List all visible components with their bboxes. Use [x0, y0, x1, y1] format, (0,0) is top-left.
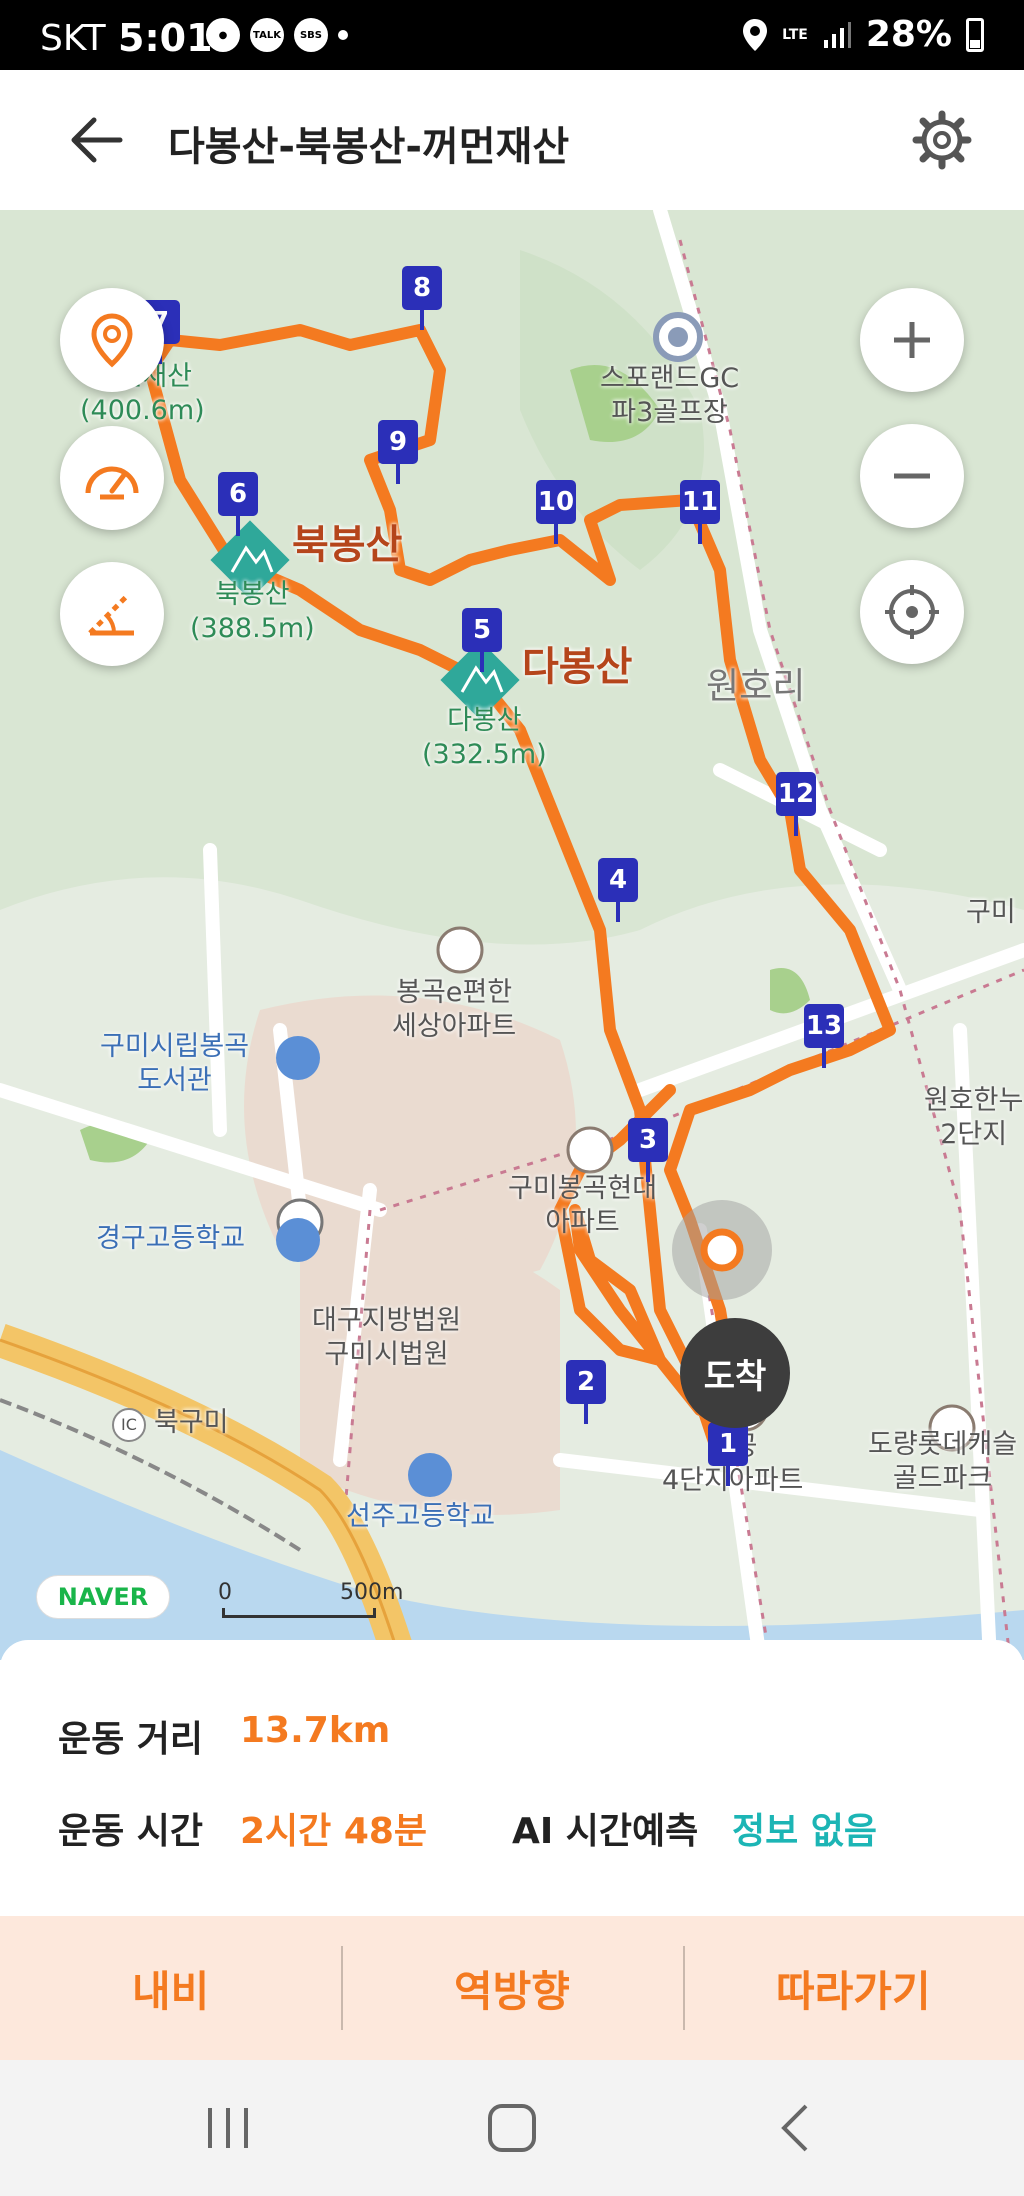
duration-value: 2시간 48분: [240, 1811, 428, 1852]
poi-sports-land[interactable]: 스포랜드GC 파3골프장: [600, 362, 739, 430]
gear-icon[interactable]: [910, 108, 974, 172]
location-icon: [743, 18, 768, 51]
map-scale: 0 500m: [218, 1580, 403, 1620]
area-label-wonhori: 원호리: [706, 666, 806, 707]
talk-icon: TALK: [250, 18, 284, 52]
waypoint-marker[interactable]: 13: [804, 1004, 844, 1068]
poi-apt-hyundai[interactable]: 구미봉곡현대 아파트: [508, 1172, 657, 1240]
scale-bar: [222, 1608, 376, 1618]
battery-percent: 28%: [865, 14, 952, 55]
poi-apt-ebonggok[interactable]: 봉곡e편한 세상아파트: [392, 976, 516, 1044]
signal-icon: [823, 21, 851, 48]
speedometer-icon: [85, 466, 139, 500]
system-nav-bar: [0, 2060, 1024, 2196]
peak-name-bukbongsan: 북봉산 (388.5m): [190, 579, 315, 644]
waypoint-marker[interactable]: 5: [462, 608, 502, 672]
waypoint-marker[interactable]: 8: [402, 266, 442, 330]
recent-apps-icon[interactable]: [196, 2096, 260, 2160]
zoom-in-button[interactable]: [860, 288, 964, 392]
network-type: LTE: [782, 26, 808, 43]
scale-zero-label: 0: [218, 1580, 232, 1605]
peak-label-dabongsan: 다봉산: [522, 644, 633, 690]
poi-court[interactable]: 대구지방법원 구미시법원: [312, 1304, 461, 1372]
poi-library[interactable]: 구미시립봉곡 도서관: [100, 1030, 249, 1098]
zoom-out-button[interactable]: [860, 424, 964, 528]
more-notifications-icon: [338, 30, 348, 40]
speed-button[interactable]: [60, 426, 164, 530]
arrival-marker[interactable]: 도착: [680, 1318, 790, 1428]
waypoint-marker[interactable]: 1: [708, 1422, 748, 1486]
location-pin-button[interactable]: [60, 288, 164, 392]
action-bar: 내비 역방향 따라가기: [0, 1916, 1024, 2060]
page-title: 다봉산-북봉산-꺼먼재산: [168, 124, 570, 170]
waypoint-marker[interactable]: 6: [218, 472, 258, 536]
naver-logo: NAVER: [36, 1575, 170, 1619]
poi-dorang-lotte[interactable]: 도량롯데캐슬 골드파크: [868, 1428, 1017, 1496]
poi-school-gyeonggu[interactable]: 경구고등학교: [96, 1222, 245, 1256]
waypoint-marker[interactable]: 4: [598, 858, 638, 922]
waypoint-marker[interactable]: 9: [378, 420, 418, 484]
sbs-news-icon: SBS: [294, 18, 328, 52]
plus-icon: [894, 322, 930, 358]
battery-icon: [966, 17, 984, 52]
peak-name-dabongsan: 다봉산 (332.5m): [422, 705, 547, 770]
route-info-panel: 운동 거리 13.7km 운동 시간 2시간 48분 AI 시간예측 정보 없음: [0, 1640, 1024, 1920]
crosshair-icon: [885, 585, 939, 639]
waypoint-marker[interactable]: 11: [680, 480, 720, 544]
carrier-label: SKT: [40, 18, 106, 59]
notification-icons: ● TALK SBS: [206, 18, 348, 52]
poi-wonho-apt[interactable]: 원호한누 2단지: [924, 1084, 1023, 1152]
duration-label: 운동 시간: [58, 1811, 204, 1852]
my-location-button[interactable]: [860, 560, 964, 664]
home-icon[interactable]: [480, 2096, 544, 2160]
clock: 5:01: [118, 16, 213, 60]
reverse-button[interactable]: 역방향: [341, 1916, 682, 2060]
peak-label-bukbongsan: 북봉산: [292, 522, 403, 568]
waypoint-marker[interactable]: 3: [628, 1118, 668, 1182]
scale-500-label: 500m: [340, 1580, 404, 1605]
elevation-icon: [88, 593, 134, 636]
distance-value: 13.7km: [240, 1710, 391, 1751]
back-nav-icon[interactable]: [766, 2096, 830, 2160]
app-header: 다봉산-북봉산-꺼먼재산: [0, 70, 1024, 210]
ai-estimate-value: 정보 없음: [732, 1811, 878, 1852]
distance-label: 운동 거리: [58, 1719, 204, 1760]
ai-estimate-label: AI 시간예측: [512, 1811, 699, 1852]
ic-badge: IC: [112, 1408, 146, 1442]
label-bukgumi: 북구미: [154, 1407, 229, 1438]
navi-button[interactable]: 내비: [0, 1916, 341, 2060]
follow-button[interactable]: 따라가기: [682, 1916, 1024, 2060]
status-bar: SKT 5:01 ● TALK SBS LTE 28%: [0, 0, 1024, 70]
label-gumi-edge: 구미: [966, 897, 1016, 928]
waypoint-marker[interactable]: 2: [566, 1360, 606, 1424]
back-arrow-icon[interactable]: [64, 108, 128, 172]
status-right: LTE 28%: [742, 14, 984, 55]
waypoint-marker[interactable]: 10: [536, 480, 576, 544]
poi-school-seonju[interactable]: 선주고등학교: [346, 1500, 495, 1534]
waypoint-marker[interactable]: 12: [776, 772, 816, 836]
map-view[interactable]: 스포랜드GC 파3골프장 북봉산 북봉산 (388.5m) 다봉산 다봉산 (332.…: [0, 210, 1024, 1660]
minus-icon: [894, 473, 930, 479]
sbs-icon: ●: [206, 18, 240, 52]
elevation-button[interactable]: [60, 562, 164, 666]
map-pin-icon: [91, 313, 133, 368]
